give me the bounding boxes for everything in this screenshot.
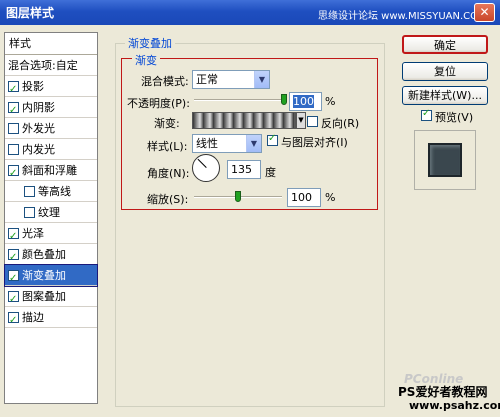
align-with-layer-checkbox[interactable] xyxy=(267,133,278,146)
style-item[interactable]: 纹理 xyxy=(5,202,97,223)
style-item-label: 等高线 xyxy=(38,184,71,198)
scale-slider-thumb[interactable] xyxy=(235,191,241,202)
blend-mode-label: 混合模式: xyxy=(141,75,189,88)
style-item[interactable]: 内阴影 xyxy=(5,97,97,121)
styles-header[interactable]: 样式 xyxy=(5,33,97,55)
style-item-checkbox[interactable] xyxy=(24,206,35,218)
style-item-label: 内发光 xyxy=(22,142,55,156)
style-item-checkbox[interactable] xyxy=(8,143,19,155)
reverse-label: 反向(R) xyxy=(321,117,360,130)
styles-list: 样式 混合选项:自定 投影内阴影外发光内发光斜面和浮雕等高线纹理光泽颜色叠加渐变… xyxy=(4,32,98,404)
blend-options-item[interactable]: 混合选项:自定 xyxy=(5,55,97,76)
preview-swatch xyxy=(428,143,462,177)
style-item-checkbox[interactable] xyxy=(8,79,19,100)
watermark: 思缘设计论坛 www.MISSYUAN.COM xyxy=(318,11,487,22)
style-item[interactable]: 图案叠加 xyxy=(5,286,97,310)
opacity-label: 不透明度(P): xyxy=(127,97,190,110)
style-item[interactable]: 投影 xyxy=(5,76,97,100)
style-item-label: 颜色叠加 xyxy=(22,247,66,261)
style-item-label: 描边 xyxy=(22,310,44,324)
style-item-checkbox[interactable] xyxy=(24,185,35,197)
blend-mode-value: 正常 xyxy=(196,73,218,86)
style-select[interactable]: 线性 ▼ xyxy=(192,134,262,153)
angle-label: 角度(N): xyxy=(147,167,190,180)
style-item-label: 外发光 xyxy=(22,121,55,135)
blend-mode-select[interactable]: 正常 ▼ xyxy=(192,70,270,89)
site-url: www.psahz.com xyxy=(409,399,500,412)
style-item-checkbox[interactable] xyxy=(8,122,19,134)
style-item-label: 纹理 xyxy=(38,205,60,219)
preview-checkbox[interactable] xyxy=(421,108,432,121)
style-preview xyxy=(414,130,476,190)
opacity-unit: % xyxy=(325,95,336,108)
ok-button[interactable]: 确定 xyxy=(402,35,488,54)
style-value: 线性 xyxy=(196,137,218,150)
style-item[interactable]: 外发光 xyxy=(5,118,97,139)
style-item[interactable]: 颜色叠加 xyxy=(5,244,97,268)
gradient-label: 渐变: xyxy=(154,117,180,130)
align-with-layer-label: 与图层对齐(I) xyxy=(281,136,348,149)
window-title: 图层样式 xyxy=(6,6,55,20)
style-item-checkbox[interactable] xyxy=(8,289,19,310)
opacity-slider-thumb[interactable] xyxy=(281,94,287,105)
style-item[interactable]: 渐变叠加 xyxy=(4,264,98,289)
gradient-dropdown-icon[interactable]: ▼ xyxy=(296,112,306,129)
reverse-checkbox[interactable] xyxy=(307,116,318,127)
style-label: 样式(L): xyxy=(147,140,188,153)
angle-unit: 度 xyxy=(265,166,276,179)
chevron-down-icon: ▼ xyxy=(254,71,269,88)
style-item-label: 投影 xyxy=(22,79,44,93)
angle-input[interactable]: 135 xyxy=(227,160,261,179)
style-item-label: 图案叠加 xyxy=(22,289,66,303)
style-item-checkbox[interactable] xyxy=(8,247,19,268)
title-bar: 图层样式 思缘设计论坛 www.MISSYUAN.COM ✕ xyxy=(0,0,500,25)
angle-dial[interactable] xyxy=(192,154,220,182)
style-item-checkbox[interactable] xyxy=(8,310,19,331)
reset-button[interactable]: 复位 xyxy=(402,62,488,81)
scale-input[interactable]: 100 xyxy=(287,188,321,207)
style-item-label: 渐变叠加 xyxy=(22,268,66,282)
close-icon[interactable]: ✕ xyxy=(474,3,495,22)
scale-label: 缩放(S): xyxy=(147,193,189,206)
style-item[interactable]: 斜面和浮雕 xyxy=(5,160,97,184)
style-item[interactable]: 光泽 xyxy=(5,223,97,247)
angle-needle xyxy=(197,158,207,168)
new-style-button[interactable]: 新建样式(W)... xyxy=(402,86,488,105)
chevron-down-icon: ▼ xyxy=(246,135,261,152)
style-item-checkbox[interactable] xyxy=(8,163,19,184)
style-item[interactable]: 描边 xyxy=(5,307,97,331)
subsection-title: 渐变 xyxy=(132,52,160,68)
scale-unit: % xyxy=(325,191,336,204)
style-item[interactable]: 等高线 xyxy=(5,181,97,202)
section-title: 渐变叠加 xyxy=(125,35,175,51)
style-item[interactable]: 内发光 xyxy=(5,139,97,160)
opacity-input[interactable]: 100 xyxy=(289,92,322,111)
opacity-slider[interactable] xyxy=(194,99,284,101)
style-item-label: 斜面和浮雕 xyxy=(22,163,77,177)
style-item-checkbox[interactable] xyxy=(8,268,19,289)
style-item-checkbox[interactable] xyxy=(8,226,19,247)
style-item-label: 光泽 xyxy=(22,226,44,240)
preview-label: 预览(V) xyxy=(435,111,474,124)
style-item-label: 内阴影 xyxy=(22,100,55,114)
site-name: PS爱好者教程网 xyxy=(398,385,488,399)
gradient-picker[interactable] xyxy=(192,112,296,129)
style-item-checkbox[interactable] xyxy=(8,100,19,121)
